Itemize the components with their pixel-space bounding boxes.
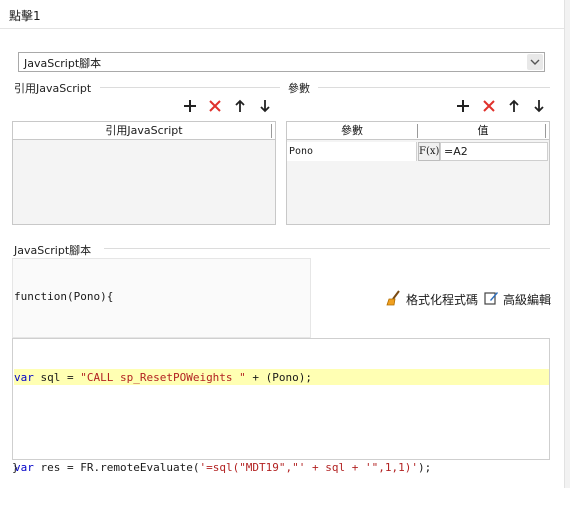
window-title: 點擊1 <box>9 9 41 23</box>
reference-section-label: 引用JavaScript <box>14 82 92 95</box>
chevron-down-icon[interactable] <box>527 54 543 70</box>
column-divider <box>271 124 272 138</box>
arrow-up-icon[interactable] <box>232 98 248 114</box>
params-table[interactable]: 參數 值 Pono F(x) =A2 <box>286 121 550 225</box>
param-name-cell[interactable]: Pono <box>287 142 417 161</box>
plus-icon[interactable] <box>455 98 471 114</box>
edit-icon <box>484 290 499 308</box>
params-section-label: 參數 <box>288 82 310 95</box>
reference-table[interactable]: 引用JavaScript <box>12 121 276 225</box>
section-divider <box>100 87 280 88</box>
advanced-edit-button[interactable]: 高級編輯 <box>484 290 551 308</box>
script-section-label: JavaScript腳本 <box>14 244 92 257</box>
code-text: + (Pono); <box>245 371 313 384</box>
arrow-down-icon[interactable] <box>257 98 273 114</box>
arrow-up-icon[interactable] <box>506 98 522 114</box>
formula-icon[interactable]: F(x) <box>418 142 440 161</box>
function-close: } <box>12 461 19 474</box>
code-text: res = FR.remoteEvaluate( <box>33 461 200 474</box>
advanced-edit-label: 高級編輯 <box>503 292 552 307</box>
code-keyword: var <box>14 371 34 384</box>
code-line: var res = FR.remoteEvaluate('=sql("MDT19… <box>14 460 431 475</box>
code-content: var sql = "CALL sp_ResetPOWeights " + (P… <box>14 340 431 505</box>
arrow-down-icon[interactable] <box>531 98 547 114</box>
code-string: "CALL sp_ResetPOWeights " <box>80 371 246 384</box>
formula-icon-label: F(x) <box>419 146 440 157</box>
code-text: sql = <box>33 371 81 384</box>
broom-icon <box>386 290 402 309</box>
section-divider <box>104 248 550 249</box>
title-bar: 點擊1 <box>0 0 566 29</box>
x-icon[interactable] <box>481 98 497 114</box>
table-row[interactable]: Pono F(x) =A2 <box>287 142 549 162</box>
param-value-field[interactable]: =A2 <box>440 142 548 161</box>
x-icon[interactable] <box>207 98 223 114</box>
column-divider <box>545 124 546 138</box>
params-header-row: 參數 值 <box>287 122 549 140</box>
script-type-select[interactable]: JavaScript腳本 <box>18 52 545 72</box>
format-code-label: 格式化程式碼 <box>406 293 479 307</box>
scrollbar[interactable] <box>564 0 570 488</box>
code-text: ); <box>418 461 432 474</box>
format-code-button[interactable]: 格式化程式碼 <box>386 290 478 309</box>
code-editor[interactable]: var sql = "CALL sp_ResetPOWeights " + (P… <box>12 338 550 474</box>
function-signature: function(Pono){ <box>14 290 114 303</box>
reference-column-header: 引用JavaScript <box>13 122 275 140</box>
params-column-name: 參數 <box>341 124 363 137</box>
reference-header-label: 引用JavaScript <box>105 124 183 137</box>
script-type-value: JavaScript腳本 <box>24 57 102 70</box>
code-line: var sql = "CALL sp_ResetPOWeights " + (P… <box>14 370 431 385</box>
code-string: '=sql("MDT19","' + sql + '",1,1)' <box>199 461 418 474</box>
params-column-value: 值 <box>477 124 489 137</box>
plus-icon[interactable] <box>182 98 198 114</box>
section-divider <box>318 87 550 88</box>
